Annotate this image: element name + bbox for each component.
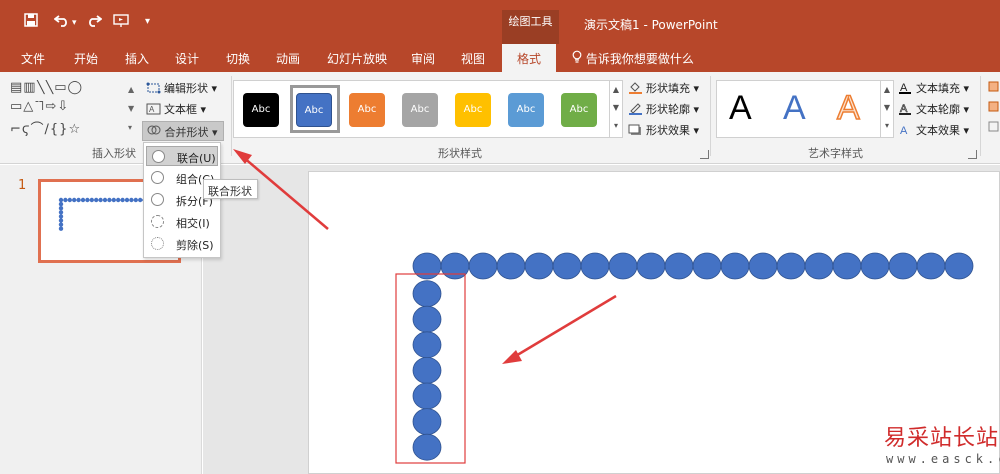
menu-item-label: 联合(U) xyxy=(177,152,216,165)
merge-shapes-menu: 联合(U) 组合(C) 拆分(F) 相交(I) 剪除(S) xyxy=(143,142,221,258)
fragment-icon xyxy=(151,193,164,206)
intersect-icon xyxy=(151,215,164,228)
menu-item-union[interactable]: 联合(U) xyxy=(146,146,218,166)
watermark-url: www.easck.com xyxy=(886,452,1000,466)
menu-item-label: 相交(I) xyxy=(176,217,210,230)
union-icon xyxy=(152,150,165,163)
menu-item-subtract[interactable]: 剪除(S) xyxy=(146,234,218,254)
menu-item-intersect[interactable]: 相交(I) xyxy=(146,212,218,232)
union-tooltip: 联合形状 xyxy=(203,179,258,199)
annotation-arrow xyxy=(502,294,617,364)
watermark-title: 易采站长站 xyxy=(884,426,1000,451)
subtract-icon xyxy=(151,237,164,250)
selection-highlight-rect xyxy=(395,273,466,464)
menu-item-label: 剪除(S) xyxy=(176,239,214,252)
combine-icon xyxy=(151,171,164,184)
